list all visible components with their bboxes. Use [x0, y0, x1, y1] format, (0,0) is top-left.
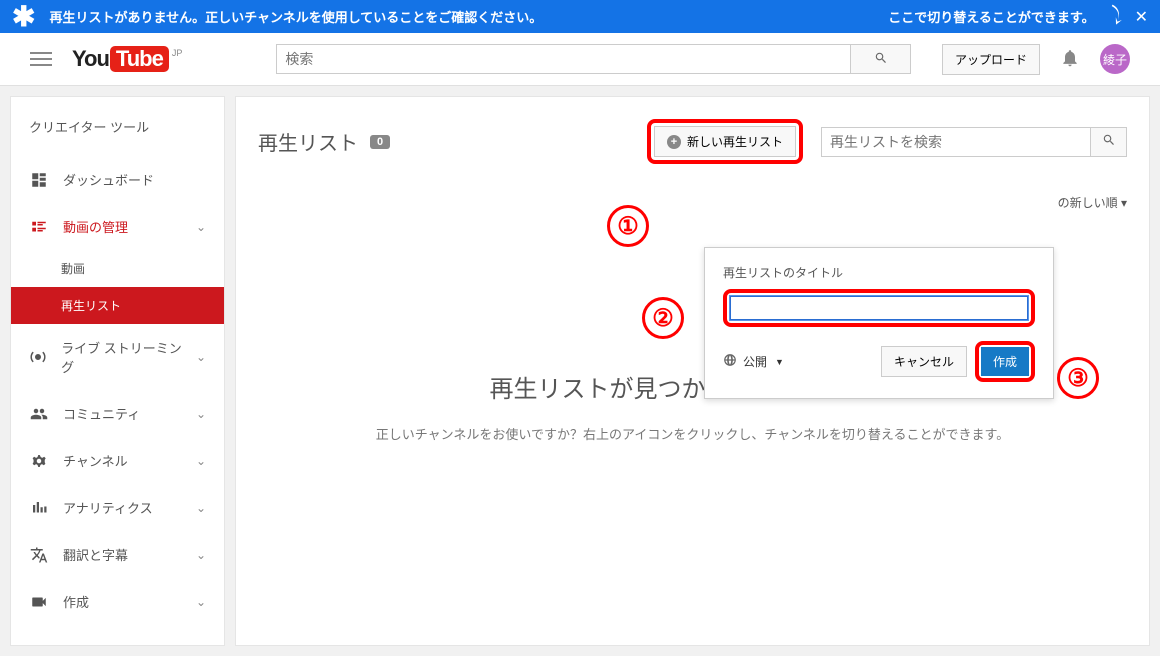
sidebar-item-label: チャンネル: [63, 451, 128, 470]
chevron-down-icon: ⌄: [196, 407, 206, 421]
live-icon: [29, 348, 47, 366]
banner-message: 再生リストがありません。正しいチャンネルを使用していることをご確認ください。: [49, 7, 542, 26]
dashboard-icon: [29, 171, 49, 189]
caret-down-icon: ▼: [775, 357, 784, 367]
visibility-label: 公開: [743, 353, 767, 370]
youtube-logo[interactable]: You Tube JP: [72, 46, 182, 72]
sidebar-item-video-manager[interactable]: 動画の管理 ⌄: [11, 203, 224, 250]
sidebar-item-live[interactable]: ライブ ストリーミング ⌄: [11, 324, 224, 390]
sidebar-item-label: アナリティクス: [63, 498, 153, 517]
translate-icon: [29, 546, 49, 564]
community-icon: [29, 405, 49, 423]
create-icon: [29, 593, 49, 611]
sidebar-item-label: 動画の管理: [63, 217, 128, 236]
search-icon: [874, 51, 888, 68]
sidebar-item-community[interactable]: コミュニティ ⌄: [11, 390, 224, 437]
chevron-down-icon: ⌄: [196, 220, 206, 234]
playlist-search-button[interactable]: [1091, 127, 1127, 157]
sidebar-item-label: 翻訳と字幕: [63, 545, 128, 564]
annotation-badge-1: ①: [607, 205, 649, 247]
avatar[interactable]: 綾子: [1100, 44, 1130, 74]
logo-tube: Tube: [110, 46, 169, 72]
cancel-button[interactable]: キャンセル: [881, 346, 967, 377]
sidebar-item-label: 作成: [63, 592, 89, 611]
main-content: 再生リスト 0 + 新しい再生リスト の新しい順 ▾ 再生リストが見つかりません…: [235, 96, 1150, 646]
sidebar-item-label: ダッシュボード: [63, 170, 154, 189]
new-playlist-button[interactable]: + 新しい再生リスト: [654, 126, 796, 157]
logo-region: JP: [172, 48, 183, 58]
curved-arrow-icon: [1105, 5, 1125, 28]
chevron-down-icon: ⌄: [196, 350, 206, 364]
search-icon: [1102, 133, 1116, 150]
annotation-highlight-2: [723, 289, 1035, 327]
globe-icon: [723, 353, 737, 370]
sidebar-title: クリエイター ツール: [11, 97, 224, 156]
asterisk-icon: ✱: [12, 3, 35, 31]
page-title: 再生リスト: [258, 127, 358, 156]
annotation-badge-3: ③: [1057, 357, 1099, 399]
empty-state-text: 正しいチャンネルをお使いですか？右上のアイコンをクリックし、チャンネルを切り替え…: [236, 424, 1149, 443]
chevron-down-icon: ⌄: [196, 548, 206, 562]
bell-icon[interactable]: [1060, 48, 1080, 71]
sidebar-item-create[interactable]: 作成 ⌄: [11, 578, 224, 625]
sidebar-item-analytics[interactable]: アナリティクス ⌄: [11, 484, 224, 531]
search-button[interactable]: [851, 44, 911, 74]
hamburger-menu-icon[interactable]: [30, 52, 52, 66]
gear-icon: [29, 452, 49, 470]
banner-switch-text: ここで切り替えることができます。: [888, 7, 1094, 26]
chevron-down-icon: ⌄: [196, 501, 206, 515]
close-icon[interactable]: ✕: [1135, 7, 1148, 27]
sidebar-item-label: ライブ ストリーミング: [61, 338, 182, 376]
playlist-title-label: 再生リストのタイトル: [723, 264, 1035, 281]
playlist-search-input[interactable]: [821, 127, 1091, 157]
annotation-badge-2: ②: [642, 297, 684, 339]
plus-icon: +: [667, 135, 681, 149]
new-playlist-popup: 再生リストのタイトル 公開 ▼ キャンセル 作成: [704, 247, 1054, 399]
sidebar-item-label: コミュニティ: [63, 404, 140, 423]
playlist-title-input[interactable]: [730, 296, 1028, 320]
sidebar-sub-playlists[interactable]: 再生リスト: [11, 287, 224, 324]
video-manager-icon: [29, 218, 49, 236]
annotation-highlight-1: + 新しい再生リスト: [647, 119, 803, 164]
new-playlist-label: 新しい再生リスト: [687, 133, 783, 150]
sidebar-item-dashboard[interactable]: ダッシュボード: [11, 156, 224, 203]
logo-you: You: [72, 46, 109, 72]
annotation-highlight-3: 作成: [975, 341, 1035, 382]
visibility-dropdown[interactable]: 公開 ▼: [723, 353, 784, 370]
notice-banner: ✱ 再生リストがありません。正しいチャンネルを使用していることをご確認ください。…: [0, 0, 1160, 33]
chevron-down-icon: ⌄: [196, 454, 206, 468]
create-button[interactable]: 作成: [981, 347, 1029, 376]
chevron-down-icon: ⌄: [196, 595, 206, 609]
sidebar-sub-videos[interactable]: 動画: [11, 250, 224, 287]
sidebar-item-channel[interactable]: チャンネル ⌄: [11, 437, 224, 484]
sidebar: クリエイター ツール ダッシュボード 動画の管理 ⌄ 動画 再生リスト ライブ …: [10, 96, 225, 646]
playlist-count-badge: 0: [370, 135, 390, 149]
sort-dropdown[interactable]: の新しい順 ▾: [1058, 196, 1127, 210]
sidebar-item-translations[interactable]: 翻訳と字幕 ⌄: [11, 531, 224, 578]
app-header: You Tube JP アップロード 綾子: [0, 33, 1160, 86]
analytics-icon: [29, 499, 49, 517]
upload-button[interactable]: アップロード: [942, 44, 1040, 75]
search-input[interactable]: [276, 44, 851, 74]
